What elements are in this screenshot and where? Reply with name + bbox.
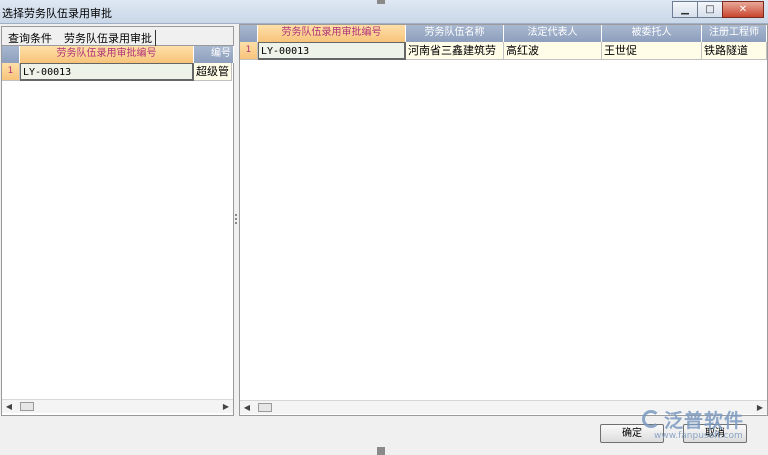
column-header-trustee[interactable]: 被委托人 bbox=[602, 25, 702, 42]
tab-approval-list[interactable]: 劳务队伍录用审批 bbox=[64, 30, 156, 46]
watermark-text: 泛普软件 bbox=[664, 410, 745, 432]
right-panel: 劳务队伍录用审批编号 劳务队伍名称 法定代表人 被委托人 注册工程师 1 LY-… bbox=[239, 24, 768, 416]
left-panel: 查询条件 劳务队伍录用审批 劳务队伍录用审批编号 编号 1 LY-00013 超… bbox=[1, 26, 234, 416]
resize-grip-top[interactable] bbox=[377, 0, 385, 4]
close-icon: ✕ bbox=[738, 4, 748, 15]
watermark-logo: 泛普软件 www.fanpusoft.com bbox=[640, 406, 768, 446]
scroll-thumb[interactable] bbox=[20, 402, 34, 411]
scroll-left-icon[interactable]: ◀ bbox=[4, 401, 14, 412]
column-header-engineer[interactable]: 注册工程师 bbox=[702, 25, 767, 42]
cell-team-name[interactable]: 河南省三鑫建筑劳 bbox=[406, 42, 504, 60]
scroll-left-icon[interactable]: ◀ bbox=[242, 402, 252, 413]
row-header-corner bbox=[240, 25, 258, 42]
scroll-thumb[interactable] bbox=[258, 403, 272, 412]
table-row[interactable]: 1 LY-00013 超级管 bbox=[2, 63, 232, 81]
left-grid-header: 劳务队伍录用审批编号 编号 bbox=[2, 46, 234, 63]
watermark-url: www.fanpusoft.com bbox=[654, 431, 743, 441]
table-row[interactable]: 1 LY-00013 河南省三鑫建筑劳 高红波 王世促 铁路隧道 bbox=[240, 42, 767, 60]
cell-approval-no[interactable]: LY-00013 bbox=[258, 42, 406, 60]
column-header-legal-rep[interactable]: 法定代表人 bbox=[504, 25, 602, 42]
maximize-icon: □ bbox=[705, 4, 715, 15]
close-button[interactable]: ✕ bbox=[722, 1, 764, 18]
splitter-grip-icon bbox=[235, 214, 237, 226]
column-header-code[interactable]: 编号 bbox=[194, 46, 234, 63]
row-header-corner bbox=[2, 46, 20, 63]
window-title: 选择劳务队伍录用审批 bbox=[2, 7, 112, 20]
scroll-right-icon[interactable]: ▶ bbox=[221, 401, 231, 412]
brand-logo-icon bbox=[642, 410, 660, 428]
cell-code[interactable]: 超级管 bbox=[194, 63, 232, 81]
minimize-icon: ▁ bbox=[681, 4, 689, 15]
title-bar: 选择劳务队伍录用审批 ▁ □ ✕ bbox=[0, 0, 768, 24]
left-tabs: 查询条件 劳务队伍录用审批 bbox=[2, 27, 233, 46]
left-horizontal-scrollbar[interactable]: ◀ ▶ bbox=[2, 399, 233, 413]
tab-query-conditions[interactable]: 查询条件 bbox=[8, 30, 52, 46]
cell-engineer[interactable]: 铁路隧道 bbox=[702, 42, 767, 60]
cell-trustee[interactable]: 王世促 bbox=[602, 42, 702, 60]
window-controls: ▁ □ ✕ bbox=[672, 1, 764, 18]
cell-legal-rep[interactable]: 高红波 bbox=[504, 42, 602, 60]
column-header-team-name[interactable]: 劳务队伍名称 bbox=[406, 25, 504, 42]
column-header-approval-no[interactable]: 劳务队伍录用审批编号 bbox=[258, 25, 406, 42]
minimize-button[interactable]: ▁ bbox=[672, 1, 698, 18]
column-header-approval-no[interactable]: 劳务队伍录用审批编号 bbox=[20, 46, 194, 63]
right-grid-header: 劳务队伍录用审批编号 劳务队伍名称 法定代表人 被委托人 注册工程师 bbox=[240, 25, 767, 42]
cell-approval-no[interactable]: LY-00013 bbox=[20, 63, 194, 81]
row-number: 1 bbox=[240, 42, 258, 60]
row-number: 1 bbox=[2, 63, 20, 81]
maximize-button[interactable]: □ bbox=[697, 1, 723, 18]
resize-grip-bottom[interactable] bbox=[377, 447, 385, 455]
